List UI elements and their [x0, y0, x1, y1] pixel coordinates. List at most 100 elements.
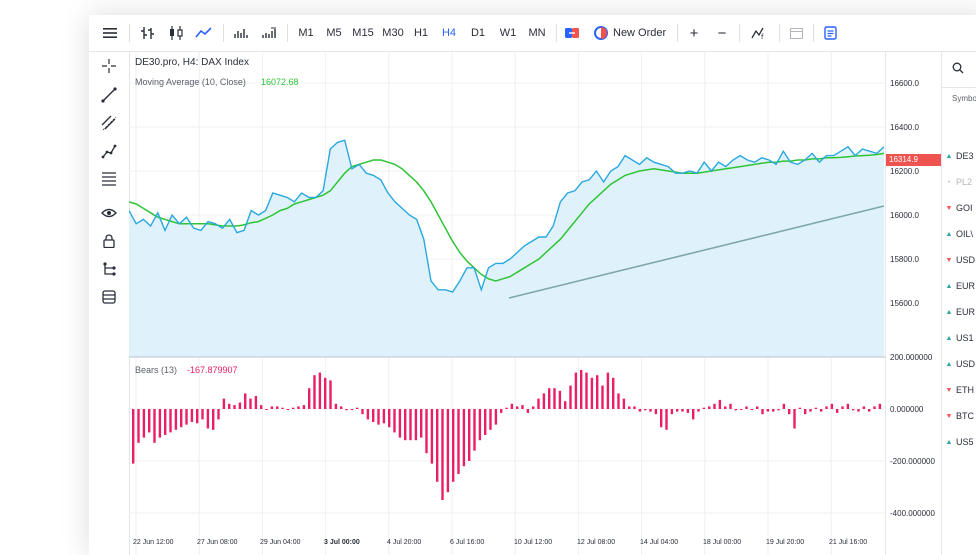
- time-tick: 4 Jul 20:00: [387, 539, 422, 546]
- bears-bar: [617, 393, 620, 409]
- watchlist-symbol: ETH: [956, 385, 974, 395]
- new-order-icon[interactable]: [593, 15, 609, 51]
- bears-bar: [814, 407, 818, 409]
- bears-bar: [649, 409, 652, 412]
- watchlist-row[interactable]: ▼ USD: [942, 247, 976, 273]
- bears-bar: [265, 409, 268, 410]
- indicators-icon[interactable]: [257, 15, 281, 51]
- bears-bar: [532, 406, 535, 409]
- timeframe-m30[interactable]: M30: [379, 15, 407, 51]
- neutral-dot-icon: ●: [947, 179, 951, 185]
- time-tick: 19 Jul 20:00: [766, 539, 805, 546]
- bears-bar: [734, 409, 738, 411]
- bears-bar: [500, 409, 503, 413]
- toolbar-divider: [287, 24, 288, 42]
- watchlist-panel: Symbo ▲ DE3 ● PL2 ▼ GOI ▲ OIL\ ▼ USD ▲ EUR ▲ EUR ▲ US1 ▲…: [941, 51, 976, 555]
- bears-bar: [740, 409, 743, 410]
- watchlist-row[interactable]: ▲ US1: [942, 325, 976, 351]
- price-tick: 15800.0: [890, 255, 919, 264]
- bears-bar: [414, 409, 418, 441]
- timeframe-w1[interactable]: W1: [496, 15, 520, 51]
- bears-bar: [340, 406, 343, 409]
- timeframe-m15[interactable]: M15: [349, 15, 377, 51]
- watchlist-row[interactable]: ▼ BTC: [942, 403, 976, 429]
- time-tick: 22 Jun 12:00: [133, 539, 174, 546]
- crosshair-icon[interactable]: [99, 56, 119, 76]
- price-tick: 16600.0: [890, 79, 919, 88]
- top-toolbar: M1 M5 M15 M30 H1 H4 D1 W1 MN New Order +…: [89, 15, 976, 52]
- timeframe-h4[interactable]: H4: [439, 15, 459, 51]
- zoom-in-button[interactable]: +: [685, 15, 703, 51]
- chart-area[interactable]: DE30.pro, H4: DAX Index Moving Average (…: [128, 51, 885, 555]
- bears-bar: [548, 388, 551, 409]
- bears-bar: [382, 409, 386, 424]
- watchlist-row[interactable]: ▼ ETH: [942, 377, 976, 403]
- bears-bar: [676, 409, 679, 412]
- watchlist-row[interactable]: ▼ GOI: [942, 195, 976, 221]
- function-indicator-icon[interactable]: f: [747, 15, 771, 51]
- toolbar-divider: [223, 24, 224, 42]
- search-icon[interactable]: [952, 61, 964, 79]
- watchlist-row[interactable]: ▲ US5: [942, 429, 976, 455]
- parallel-channel-tool-icon[interactable]: [99, 113, 119, 133]
- bears-bar: [505, 407, 508, 409]
- zoom-out-button[interactable]: −: [713, 15, 731, 51]
- line-chart-type-icon[interactable]: [193, 15, 215, 51]
- watchlist-symbol: GOI: [956, 203, 973, 213]
- lock-icon[interactable]: [99, 231, 119, 251]
- bears-bar: [345, 409, 348, 411]
- bears-bar: [569, 385, 572, 409]
- fibonacci-tool-icon[interactable]: [99, 169, 119, 189]
- toolbar-divider: [556, 24, 557, 42]
- chart-canvas[interactable]: [128, 51, 885, 555]
- timeframe-m1[interactable]: M1: [295, 15, 317, 51]
- watchlist-symbol: OIL\: [956, 229, 974, 239]
- bears-bar: [276, 406, 279, 409]
- delete-drawings-icon[interactable]: [99, 287, 119, 307]
- notes-icon[interactable]: [819, 15, 841, 51]
- object-tree-icon[interactable]: [99, 259, 119, 279]
- bar-chart-type-icon[interactable]: [137, 15, 159, 51]
- calendar-icon[interactable]: [785, 15, 807, 51]
- bears-bar: [782, 403, 786, 409]
- price-axis[interactable]: 16600.0 16400.0 16314.9 16200.0 16000.0 …: [885, 51, 942, 555]
- watchlist-row[interactable]: ▲ OIL\: [942, 221, 976, 247]
- bears-bar: [201, 409, 204, 420]
- bears-bar: [628, 406, 631, 409]
- arrow-down-icon: ▼: [945, 256, 953, 264]
- bears-legend-label[interactable]: Bears (13): [135, 365, 177, 375]
- bears-bar: [292, 407, 295, 409]
- watchlist-row[interactable]: ▲ EUR: [942, 273, 976, 299]
- trend-line-tool-icon[interactable]: [99, 85, 119, 105]
- hamburger-menu-icon[interactable]: [99, 15, 121, 51]
- timeframe-mn[interactable]: MN: [525, 15, 549, 51]
- bears-bar: [206, 409, 210, 429]
- bears-bar: [446, 409, 450, 493]
- ma-legend-value: 16072.68: [261, 77, 299, 87]
- polyline-tool-icon[interactable]: [99, 141, 119, 161]
- timeframe-d1[interactable]: D1: [467, 15, 489, 51]
- bears-bar: [222, 398, 226, 409]
- candlestick-chart-type-icon[interactable]: [165, 15, 187, 51]
- one-click-trading-icon[interactable]: [561, 15, 583, 51]
- volume-bars-icon[interactable]: [229, 15, 253, 51]
- bears-bar: [846, 403, 850, 409]
- watchlist-row[interactable]: ▲ USD: [942, 351, 976, 377]
- watchlist-row[interactable]: ● PL2: [942, 169, 976, 195]
- bears-bar: [793, 409, 796, 429]
- bears-bar: [484, 409, 487, 435]
- bears-bar: [457, 409, 460, 474]
- ma-legend-label[interactable]: Moving Average (10, Close): [135, 77, 246, 87]
- arrow-up-icon: ▲: [945, 230, 953, 238]
- bears-bar: [324, 377, 327, 409]
- timeframe-h1[interactable]: H1: [411, 15, 431, 51]
- bears-bar: [308, 388, 311, 409]
- bears-bar: [750, 409, 754, 410]
- new-order-button[interactable]: New Order: [613, 15, 669, 51]
- eye-icon[interactable]: [99, 203, 119, 223]
- bears-bar: [318, 372, 322, 409]
- watchlist-row[interactable]: ▲ DE3: [942, 143, 976, 169]
- timeframe-m5[interactable]: M5: [323, 15, 345, 51]
- watchlist-row[interactable]: ▲ EUR: [942, 299, 976, 325]
- bears-bar: [862, 406, 866, 409]
